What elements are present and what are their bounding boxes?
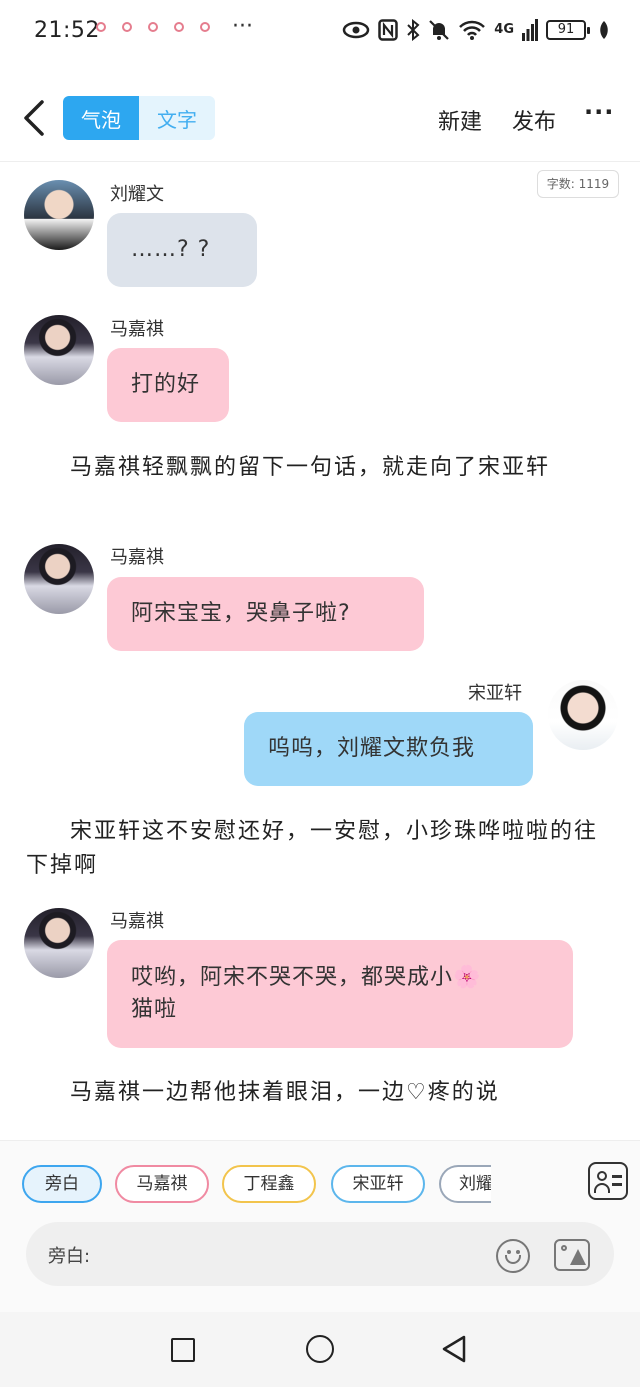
publish-button[interactable]: 发布	[512, 104, 556, 136]
tab-bubble[interactable]: 气泡	[63, 96, 139, 140]
mute-bell-icon	[429, 20, 450, 40]
character-chip-liu-yaowen[interactable]: 刘耀	[439, 1165, 491, 1203]
character-chip-ma-jiaqi[interactable]: 马嘉祺	[115, 1165, 209, 1203]
status-icons: 4G 91	[342, 16, 610, 44]
leaf-icon	[600, 21, 608, 39]
back-arrow-icon[interactable]	[20, 98, 48, 138]
narration-text[interactable]: 马嘉祺轻飘飘的留下一句话，就走向了宋亚轩	[26, 451, 606, 485]
word-count-badge: 字数: 1119	[537, 170, 619, 198]
character-chip-ding-chengxin[interactable]: 丁程鑫	[222, 1165, 316, 1203]
system-nav-bar	[0, 1312, 640, 1387]
image-icon[interactable]	[554, 1239, 590, 1271]
new-button[interactable]: 新建	[438, 104, 482, 136]
notification-icon	[148, 22, 158, 32]
narration-text[interactable]: 宋亚轩这不安慰还好，一安慰，小珍珠哗啦啦的往下掉啊	[26, 815, 606, 883]
notification-icon	[200, 22, 210, 32]
notification-icon	[96, 22, 106, 32]
notification-icons	[96, 22, 210, 32]
character-chip-narrator[interactable]: 旁白	[22, 1165, 102, 1203]
status-time: 21:52	[34, 18, 100, 43]
more-menu-button[interactable]: ···	[584, 98, 614, 126]
mode-switch: 气泡 文字	[63, 96, 215, 140]
avatar-ma-jiaqi[interactable]	[24, 315, 94, 385]
top-header: 气泡 文字 新建 发布 ···	[0, 84, 640, 162]
notification-icon	[122, 22, 132, 32]
eye-icon	[343, 21, 370, 39]
speaker-name: 马嘉祺	[110, 319, 164, 340]
chat-bubble[interactable]: ……? ?	[107, 213, 257, 287]
tab-text[interactable]: 文字	[139, 96, 215, 140]
recent-apps-icon[interactable]	[171, 1338, 195, 1362]
speaker-name: 马嘉祺	[110, 911, 164, 932]
wifi-icon	[459, 20, 486, 40]
chat-bubble-line: 猫啦	[131, 997, 178, 1022]
emoji-icon[interactable]	[496, 1239, 530, 1273]
back-triangle-icon[interactable]	[440, 1334, 468, 1364]
avatar-liu-yaowen[interactable]	[24, 180, 94, 250]
nfc-icon	[378, 19, 399, 41]
message-input[interactable]: 旁白:	[26, 1222, 614, 1286]
bluetooth-icon	[407, 19, 420, 41]
chat-bubble[interactable]: 哎哟，阿宋不哭不哭，都哭成小🌸 猫啦	[107, 940, 573, 1048]
chat-bubble[interactable]: 呜呜，刘耀文欺负我	[244, 712, 533, 786]
signal-icon	[522, 19, 538, 41]
speaker-name: 刘耀文	[110, 184, 164, 205]
narration-text[interactable]: 马嘉祺一边帮他抹着眼泪，一边♡疼的说	[26, 1076, 606, 1110]
character-list-icon[interactable]	[588, 1162, 628, 1200]
character-chip-song-yaxuan[interactable]: 宋亚轩	[331, 1165, 425, 1203]
avatar-ma-jiaqi[interactable]	[24, 544, 94, 614]
home-icon[interactable]	[306, 1335, 334, 1363]
notification-icon	[174, 22, 184, 32]
network-type: 4G	[494, 22, 514, 37]
speaker-name: 宋亚轩	[468, 683, 522, 704]
status-bar: 21:52 ··· 4G 91	[0, 0, 640, 64]
avatar-song-yaxuan[interactable]	[548, 680, 618, 750]
chat-bubble[interactable]: 阿宋宝宝，哭鼻子啦?	[107, 577, 424, 651]
battery-indicator: 91	[546, 20, 590, 40]
avatar-ma-jiaqi[interactable]	[24, 908, 94, 978]
status-more: ···	[232, 14, 253, 39]
chat-bubble[interactable]: 打的好	[107, 348, 229, 422]
chat-bubble-line: 哎哟，阿宋不哭不哭，都哭成小🌸	[131, 965, 482, 990]
speaker-name: 马嘉祺	[110, 547, 164, 568]
input-speaker-label: 旁白:	[48, 1246, 91, 1267]
